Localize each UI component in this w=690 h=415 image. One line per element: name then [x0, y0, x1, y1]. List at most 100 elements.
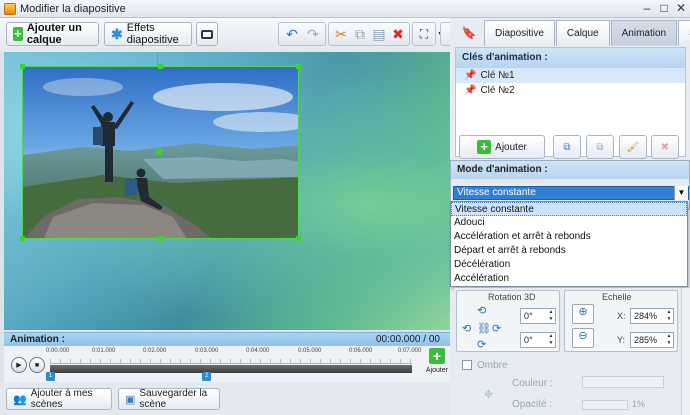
brush-icon: 🖌 — [626, 141, 640, 153]
add-layer-label: Ajouter un calque — [26, 22, 82, 46]
rotation-y-input[interactable]: 0° ▲ ▼ — [520, 332, 556, 348]
scale-y-input[interactable]: 285% ▲ ▼ — [630, 332, 674, 348]
resize-handle-top[interactable] — [158, 64, 163, 69]
mode-option[interactable]: Décélération — [451, 258, 687, 272]
tick-label: 0:02.000 — [143, 348, 167, 354]
maximize-button[interactable]: □ — [657, 2, 671, 16]
undo-icon[interactable]: ↶ — [282, 24, 302, 44]
plus-icon: + — [477, 140, 492, 154]
mode-option[interactable]: Adouci — [451, 216, 687, 230]
paste-icon[interactable]: ▤ — [369, 24, 389, 44]
key-item-2[interactable]: 📌 Clé №2 — [456, 83, 685, 98]
bookmark-icon[interactable]: 🔖 — [458, 22, 480, 44]
redo-icon[interactable]: ↷ — [303, 24, 323, 44]
plus-icon: + — [13, 26, 23, 41]
play-icon: ▶ — [16, 362, 22, 369]
scale-x-label: X: — [617, 311, 626, 321]
properties-scrollbar[interactable] — [681, 288, 690, 415]
chevron-down-icon[interactable]: ▼ — [674, 186, 688, 200]
save-icon: ▣ — [125, 393, 136, 406]
mode-option[interactable]: Vitesse constante — [451, 202, 687, 216]
rotate-down-icon[interactable]: ⟳ — [477, 338, 486, 351]
zoom-out-icon: ⊖ — [578, 330, 588, 342]
cut-icon[interactable]: ✂ — [331, 24, 351, 44]
paste-key-button[interactable]: ⧉ — [586, 135, 614, 159]
delete-key-button[interactable]: ✖ — [651, 135, 679, 159]
add-layer-button[interactable]: + Ajouter un calque — [6, 22, 99, 46]
close-button[interactable]: ✕ — [674, 2, 688, 16]
spin-arrows-icon[interactable]: ▲ ▼ — [547, 309, 555, 323]
slide-effects-button[interactable]: ✱ Effets diapositive — [104, 22, 192, 46]
edit-group: ✂ ⧉ ▤ ✖ — [328, 22, 410, 46]
play-button[interactable]: ▶ — [11, 357, 27, 373]
rotation-x-value: 0° — [524, 311, 533, 321]
opacity-slider[interactable] — [582, 400, 628, 410]
add-to-scenes-label: Ajouter à mes scènes — [30, 388, 93, 410]
add-key-label: Ajouter — [495, 141, 527, 153]
delete-icon[interactable]: ✖ — [388, 24, 408, 44]
copy-key-button[interactable]: ⧉ — [553, 135, 581, 159]
asterisk-icon: ✱ — [111, 25, 123, 42]
color-label: Couleur : — [512, 378, 553, 389]
shadow-direction-icon[interactable]: ✥ — [484, 388, 493, 401]
spin-arrows-icon[interactable]: ▲ ▼ — [665, 333, 673, 347]
tab-sons[interactable]: Sons — [678, 20, 690, 46]
tick-label: 0:07.000 — [398, 348, 422, 354]
resize-handle-bl[interactable] — [20, 236, 25, 241]
mode-option[interactable]: Accélération et arrêt à rebonds — [451, 230, 687, 244]
fit-icon[interactable]: ⛶ — [414, 24, 434, 44]
link-icon[interactable]: ⛓ — [477, 322, 491, 335]
resize-handle-br[interactable] — [296, 236, 301, 241]
mode-panel-title: Mode d'animation : — [451, 161, 689, 179]
keyframe-marker[interactable]: 2 — [202, 372, 211, 381]
save-scene-button[interactable]: ▣ Sauvegarder la scène — [118, 388, 220, 410]
projector-button[interactable] — [196, 22, 218, 46]
mode-option[interactable]: Accélération — [451, 272, 687, 286]
zoom-in-button[interactable]: ⊕ — [572, 304, 594, 324]
shadow-label: Ombre — [477, 359, 508, 371]
mode-selected-value: Vitesse constante — [457, 187, 536, 198]
resize-handle-tr[interactable] — [296, 64, 301, 69]
resize-handle-tl[interactable] — [20, 64, 25, 69]
tick-label: 0:03.000 — [195, 348, 219, 354]
key-item-label: Clé №2 — [480, 85, 515, 96]
spin-arrows-icon[interactable]: ▲ ▼ — [547, 333, 555, 347]
rotate-right-icon[interactable]: ⟳ — [492, 322, 501, 335]
center-handle[interactable] — [156, 148, 163, 155]
zoom-out-button[interactable]: ⊖ — [572, 328, 594, 348]
add-key-button[interactable]: + Ajouter — [459, 135, 545, 159]
resize-handle-bottom[interactable] — [158, 236, 163, 241]
undo-redo-group: ↶ ↷ — [278, 22, 326, 46]
shadow-checkbox[interactable] — [462, 360, 472, 370]
animation-bar: Animation : 00:00.000 / 00 — [4, 332, 450, 346]
scale-x-input[interactable]: 284% ▲ ▼ — [630, 308, 674, 324]
timeline-add-button[interactable]: + Ajouter — [424, 348, 450, 380]
animation-mode-select[interactable]: Vitesse constante ▼ — [453, 186, 689, 200]
add-to-scenes-button[interactable]: 👥 Ajouter à mes scènes — [6, 388, 112, 410]
slide-canvas[interactable] — [4, 52, 450, 330]
rotate-left-icon[interactable]: ⟲ — [462, 322, 471, 335]
rotation-y-value: 0° — [524, 335, 533, 345]
keys-panel-title: Clés d'animation : — [456, 48, 685, 68]
opacity-label: Opacité : — [512, 399, 553, 410]
key-item-1[interactable]: 📌 Clé №1 — [456, 68, 685, 83]
pin-icon: 📌 — [464, 70, 477, 81]
color-picker[interactable] — [582, 376, 664, 388]
rotate-up-icon[interactable]: ⟲ — [477, 304, 486, 317]
stop-button[interactable]: ■ — [29, 357, 45, 373]
animation-title: Animation : — [10, 334, 65, 345]
timeline-track[interactable] — [50, 365, 412, 373]
spin-arrows-icon[interactable]: ▲ ▼ — [665, 309, 673, 323]
tick-label: 0:05.000 — [298, 348, 322, 354]
tab-calque[interactable]: Calque — [555, 20, 610, 46]
keyframe-marker[interactable]: 1 — [46, 372, 55, 381]
tab-animation[interactable]: Animation — [610, 20, 678, 46]
tab-diapositive[interactable]: Diapositive — [484, 20, 555, 46]
minimize-button[interactable]: – — [640, 2, 654, 16]
brush-key-button[interactable]: 🖌 — [619, 135, 647, 159]
rotation-x-input[interactable]: 0° ▲ ▼ — [520, 308, 556, 324]
save-scene-label: Sauvegarder la scène — [139, 388, 208, 410]
copy-icon[interactable]: ⧉ — [350, 24, 370, 44]
mode-option[interactable]: Départ et arrêt à rebonds — [451, 244, 687, 258]
plus-icon: + — [429, 348, 445, 364]
